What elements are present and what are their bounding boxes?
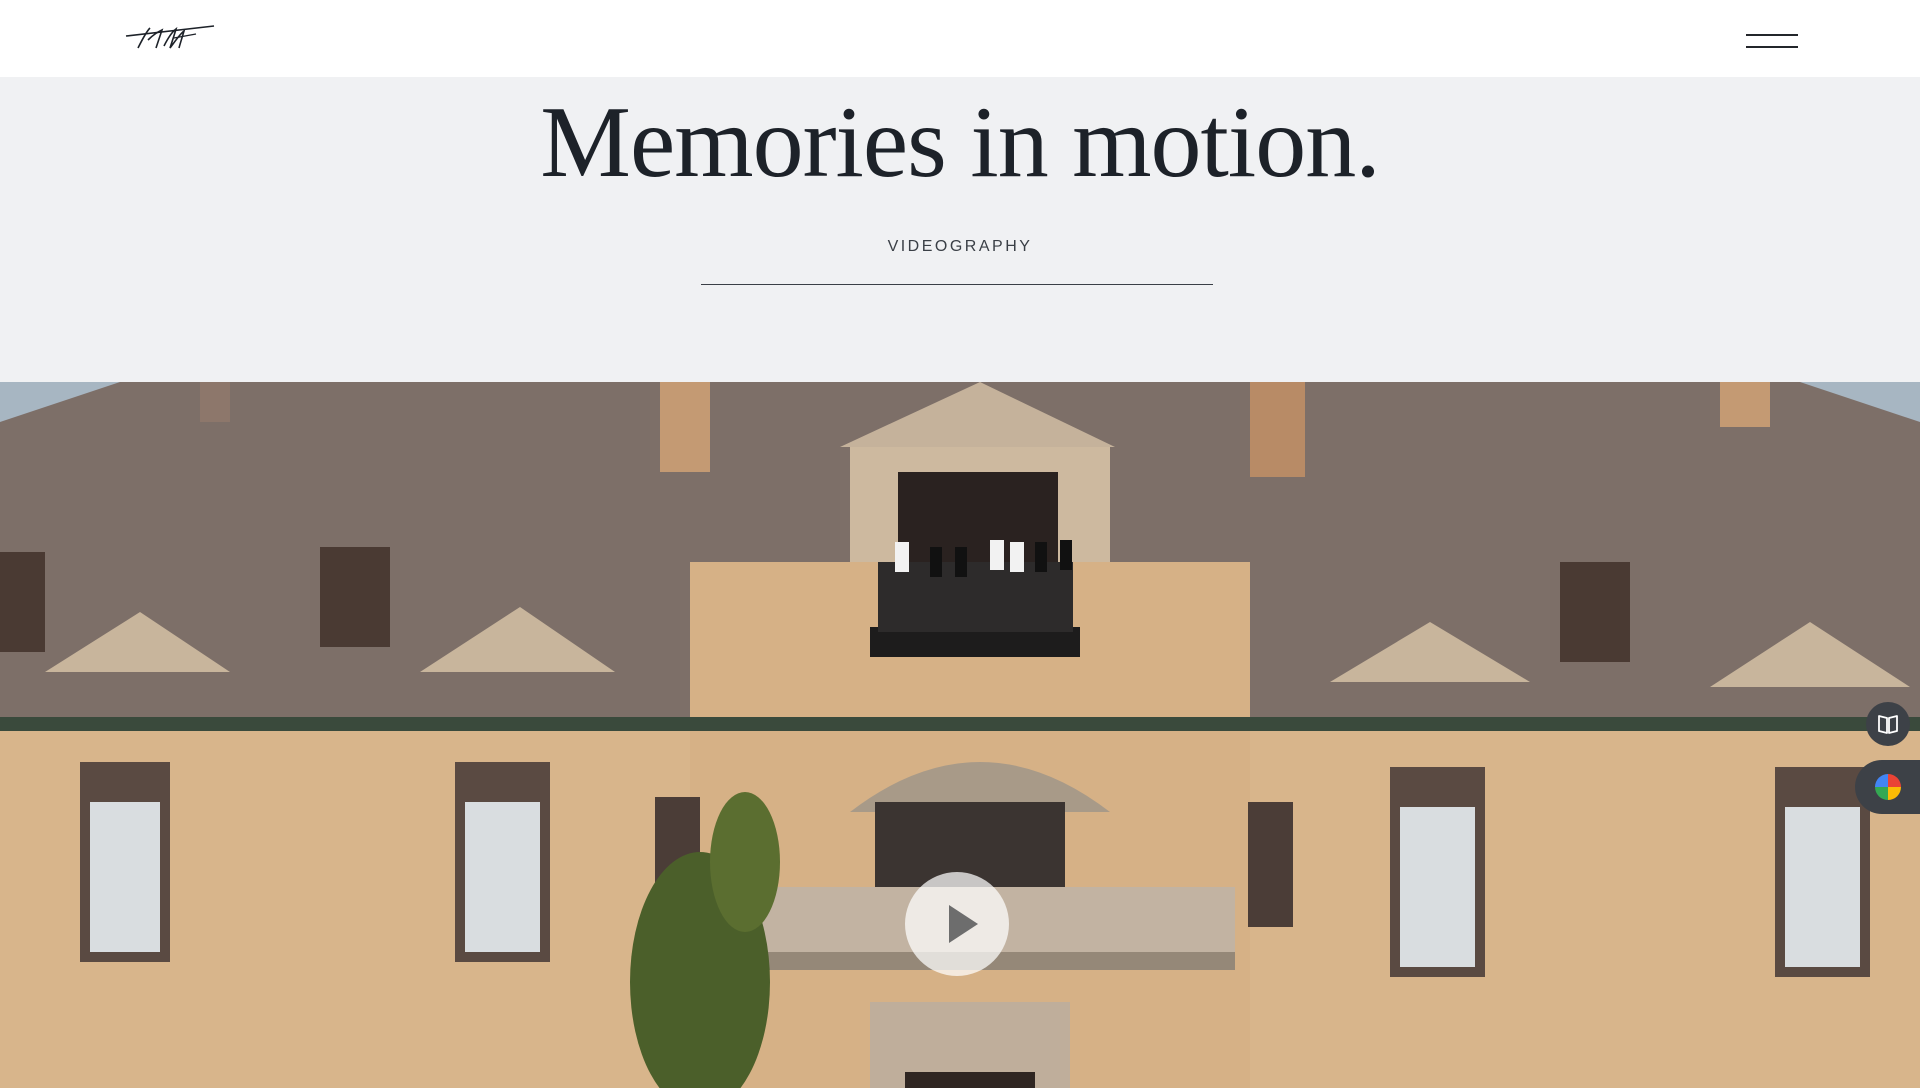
hamburger-icon xyxy=(1746,34,1798,36)
site-header xyxy=(0,0,1920,77)
hero-subtitle: VIDEOGRAPHY xyxy=(887,238,1033,255)
hamburger-icon-line xyxy=(1746,46,1798,48)
page: Memories in motion. VIDEOGRAPHY xyxy=(0,0,1920,1088)
menu-button[interactable] xyxy=(1746,30,1798,56)
color-widget-button[interactable] xyxy=(1855,760,1920,814)
hero-divider xyxy=(701,284,1213,285)
color-wheel-icon xyxy=(1875,774,1901,800)
video-poster-mansion xyxy=(0,382,1920,1088)
book-icon xyxy=(1878,715,1898,734)
play-button[interactable] xyxy=(905,872,1009,976)
play-icon xyxy=(949,905,978,943)
hero-title: Memories in motion. xyxy=(540,86,1380,199)
book-widget-button[interactable] xyxy=(1866,702,1910,746)
signature-logo[interactable] xyxy=(124,22,216,54)
video-player[interactable] xyxy=(0,382,1920,1088)
